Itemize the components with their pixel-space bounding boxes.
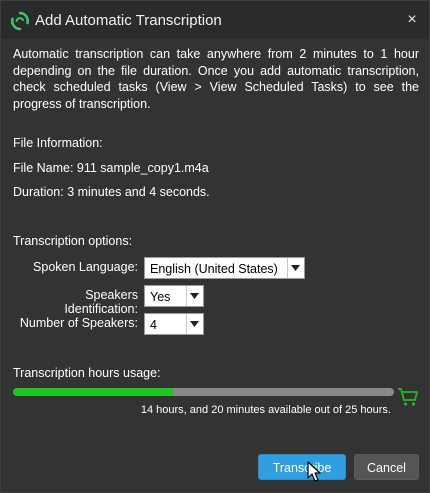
options-heading: Transcription options:: [13, 234, 133, 248]
spoken-language-select[interactable]: English (United States): [144, 257, 305, 279]
file-name-text: File Name: 911 sample_copy1.m4a: [13, 161, 209, 175]
title-bar: Add Automatic Transcription ×: [1, 1, 429, 39]
add-transcription-dialog: Add Automatic Transcription × Automatic …: [0, 0, 430, 493]
refresh-swirl-icon: [10, 11, 30, 31]
close-icon[interactable]: ×: [403, 11, 421, 29]
file-info-heading: File Information:: [13, 136, 103, 150]
intro-text: Automatic transcription can take anywher…: [13, 47, 419, 111]
duration-text: Duration: 3 minutes and 4 seconds.: [13, 185, 210, 199]
number-of-speakers-value: 4: [150, 318, 157, 332]
usage-progress-bar: [13, 388, 394, 396]
speakers-identification-select[interactable]: Yes: [144, 285, 204, 307]
spoken-language-label: Spoken Language:: [33, 260, 138, 274]
chevron-down-icon[interactable]: [186, 314, 203, 334]
spoken-language-value: English (United States): [150, 262, 278, 276]
number-of-speakers-select[interactable]: 4: [144, 313, 204, 335]
shopping-cart-icon[interactable]: [397, 387, 419, 407]
chevron-down-icon[interactable]: [186, 286, 203, 306]
usage-progress-fill: [13, 388, 174, 396]
speakers-identification-label: Speakers Identification:: [64, 288, 138, 316]
usage-heading: Transcription hours usage:: [13, 366, 161, 380]
speakers-identification-value: Yes: [150, 290, 171, 304]
cancel-button[interactable]: Cancel: [354, 454, 419, 480]
usage-summary: 14 hours, and 20 minutes available out o…: [140, 404, 391, 416]
dialog-title: Add Automatic Transcription: [35, 12, 222, 29]
intro-section: Automatic transcription can take anywher…: [13, 46, 419, 112]
number-of-speakers-label: Number of Speakers:: [19, 316, 138, 330]
chevron-down-icon[interactable]: [287, 258, 304, 278]
transcribe-button[interactable]: Transcribe: [258, 454, 346, 480]
